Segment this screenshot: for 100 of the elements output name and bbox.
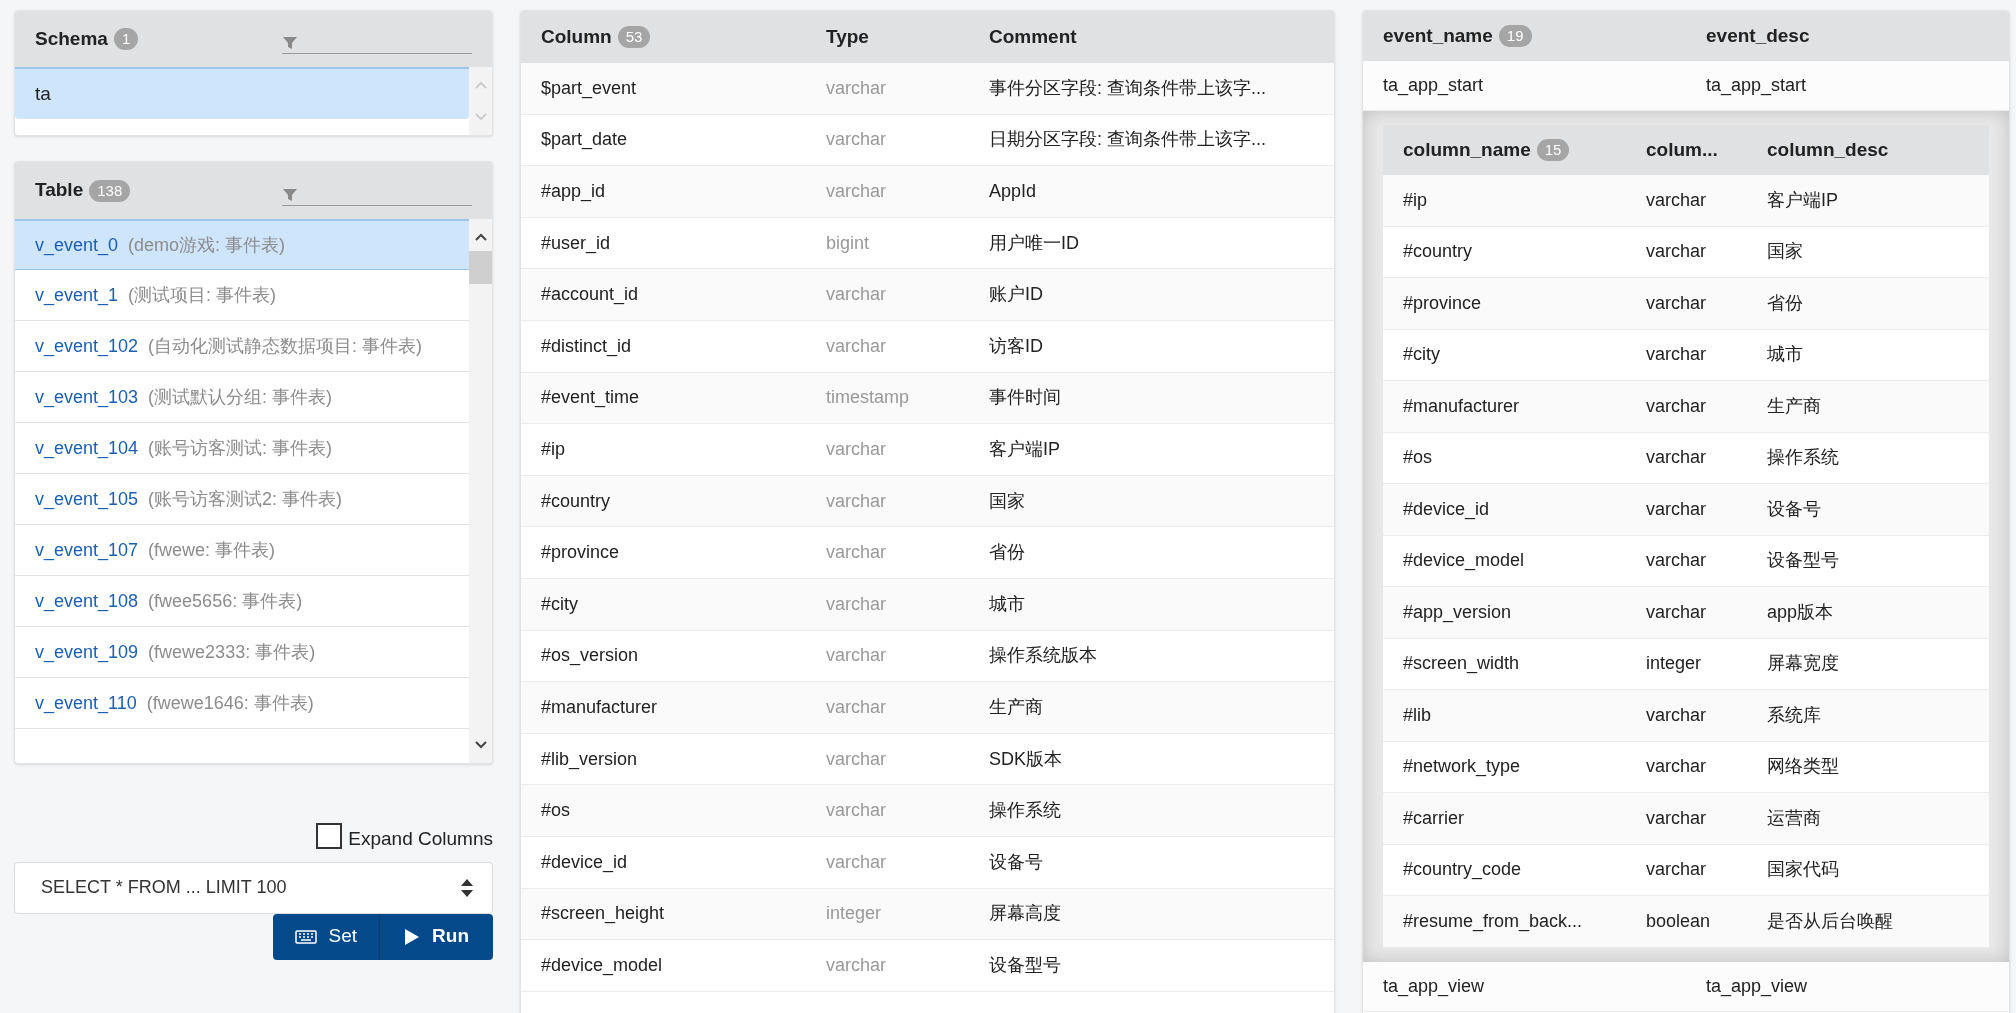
play-icon [404,927,421,946]
table-cell-text: varchar [826,747,888,771]
scrollbar[interactable] [469,219,492,763]
table-cell-text: varchar [1646,703,1708,727]
table-cell-text: integer [1646,652,1703,676]
column-header[interactable]: Type [826,22,989,52]
table-cell-text: 设备型号 [989,953,1062,977]
table-cell-text: 国家 [989,489,1026,513]
table-description: (账号访客测试2: 事件表) [148,487,343,511]
table-description: (fwewe1646: 事件表) [146,691,314,715]
table-list-item[interactable]: v_event_0 (demo游戏: 事件表) [15,219,469,270]
table-cell-text: 省份 [1767,291,1804,315]
table-cell-text: 屏幕高度 [989,902,1062,926]
filter-icon [282,186,298,203]
table-cell-text: #account_id [541,283,640,307]
table-description: (测试项目: 事件表) [128,283,277,307]
table-name: v_event_109 [35,640,139,665]
table-list-item[interactable]: v_event_102 (自动化测试静态数据项目: 事件表) [15,321,469,372]
run-button[interactable]: Run [379,913,493,960]
table-cell-text: #network_type [1403,755,1522,779]
table-description: (fwee5656: 事件表) [148,589,303,613]
table-cell-text: 日期分区字段: 查询条件带上该字... [989,128,1267,152]
table-cell-text: #user_id [541,231,612,256]
sort-caret-icon [460,877,474,898]
table-list-item[interactable]: v_event_107 (fwewe: 事件表) [15,525,469,576]
table-cell-text: #app_id [541,180,607,204]
table-cell-text: #screen_width [1403,652,1521,676]
table-cell-text: varchar [1646,240,1708,264]
table-cell-text: 客户端IP [1767,188,1839,212]
table-description: (测试默认分组: 事件表) [148,385,333,409]
table-name: v_event_107 [35,538,139,563]
table-cell-text: #os_version [541,644,640,668]
table-cell-text: #lib [1403,703,1433,727]
table-cell-text: 国家代码 [1767,858,1840,882]
table-list-item[interactable]: v_event_1 (测试项目: 事件表) [15,270,469,321]
table-cell-text: 用户唯一ID [989,231,1080,255]
table-cell-text: #city [541,592,579,616]
column-header[interactable]: Comment [989,22,1334,52]
table-list-item[interactable]: v_event_109 (fwewe2333: 事件表) [15,627,469,678]
table-name: v_event_102 [35,334,139,359]
table-list-item[interactable]: v_event_104 (账号访客测试: 事件表) [15,423,469,474]
keyboard-icon [294,929,317,944]
table-cell-text: varchar [1646,343,1708,367]
table-cell-text: 生产商 [1767,394,1822,418]
table-name: v_event_110 [35,691,137,716]
column-header[interactable]: colum... [1646,135,1767,165]
table-cell-text: #manufacturer [541,695,659,719]
table-cell-text: varchar [1646,394,1708,418]
table-cell-text: 操作系统 [989,799,1062,823]
query-select[interactable]: SELECT * FROM ... LIMIT 100 [14,861,493,914]
schema-item[interactable]: ta [15,67,469,119]
table-cell-text: #event_time [541,386,641,410]
table-cell-text: #os [541,799,572,823]
event-row[interactable]: ta_app_start ta_app_start [1363,61,2009,111]
column-header[interactable]: column_desc [1767,135,1989,165]
table-cell-text: varchar [826,644,888,668]
event-row[interactable]: ta_app_view ta_app_view [1363,961,2009,1012]
table-cell-text: #device_model [1403,549,1526,573]
table-cell-text: ta_app_view [1383,974,1486,999]
table-cell-text: SDK版本 [989,747,1063,771]
column-header[interactable]: event_desc [1706,21,2009,51]
table-description: (账号访客测试: 事件表) [148,436,333,460]
table-cell-text: AppId [989,180,1038,203]
table-cell-text: #carrier [1403,806,1465,830]
column-header[interactable]: Column [541,22,612,52]
table-cell-text: #device_model [541,953,664,978]
table-cell-text: varchar [826,799,888,823]
table-cell-text: bigint [826,231,871,255]
table-cell-text: varchar [826,128,888,152]
table-list-item[interactable]: v_event_108 (fwee5656: 事件表) [15,576,469,627]
chevron-up-icon[interactable] [474,233,487,241]
table-description: (fwewe: 事件表) [148,538,276,562]
table-list-item[interactable]: v_event_110 (fwewe1646: 事件表) [15,678,469,729]
scrollbar-thumb[interactable] [469,251,492,284]
table-cell-text: varchar [1646,755,1708,779]
checkbox[interactable] [316,823,343,850]
set-button[interactable]: Set [272,913,380,960]
table-cell-text: 客户端IP [989,437,1061,461]
column-header[interactable]: column_name [1403,135,1531,165]
table-cell-text: varchar [826,850,888,874]
column-header[interactable]: event_name [1383,21,1493,51]
table-name: v_event_1 [35,283,119,308]
table-cell-text: #country_code [1403,858,1523,882]
table-list-item[interactable]: v_event_105 (账号访客测试2: 事件表) [15,474,469,525]
chevron-down-icon[interactable] [474,741,487,749]
table-description: (fwewe2333: 事件表) [148,640,316,664]
checkbox-label: Expand Columns [348,827,493,851]
table-cell-text: #ip [1403,188,1429,212]
table-name: v_event_104 [35,436,139,461]
count-badge: 138 [89,179,131,202]
table-cell-text: varchar [1646,446,1708,470]
table-name: v_event_103 [35,385,139,410]
table-cell-text: ta_app_start [1383,74,1485,98]
table-cell-text: #screen_height [541,902,666,926]
table-cell-text: varchar [826,180,888,203]
table-cell-text: #os [1403,446,1434,470]
table-list-item[interactable]: v_event_103 (测试默认分组: 事件表) [15,372,469,423]
filter-icon [282,35,298,51]
table-cell-text: varchar [1646,858,1708,882]
table-cell-text: #city [1403,343,1441,367]
